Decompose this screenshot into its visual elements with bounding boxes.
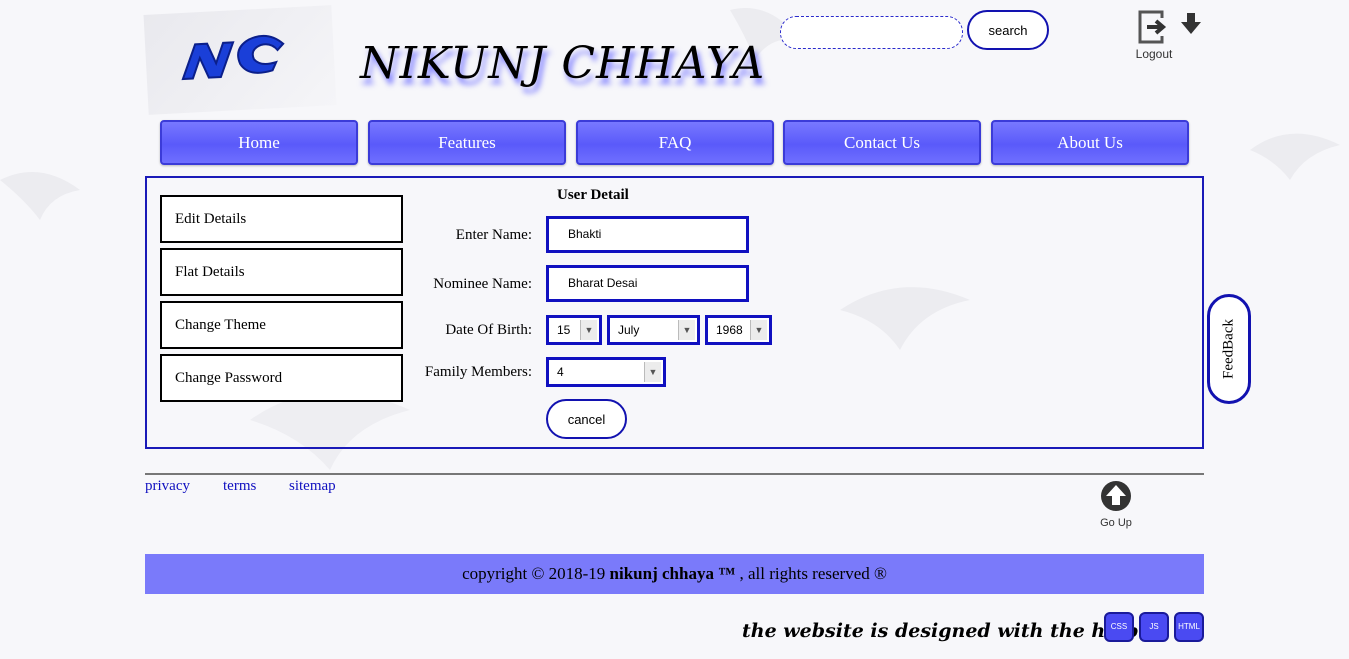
dob-month-select[interactable]: July ▼ (607, 315, 700, 345)
chevron-down-icon: ▼ (644, 362, 661, 382)
chevron-down-icon: ▼ (580, 320, 597, 340)
nav-faq[interactable]: FAQ (576, 120, 774, 165)
html-badge[interactable]: HTML (1174, 612, 1204, 642)
nc-logo-icon (181, 34, 285, 81)
logout-icon (1138, 10, 1167, 44)
user-detail-panel: Edit Details Flat Details Change Theme C… (145, 176, 1204, 449)
family-members-value: 4 (557, 365, 564, 379)
sidebar-item-change-password[interactable]: Change Password (160, 354, 403, 402)
feedback-label: FeedBack (1220, 319, 1237, 379)
download-icon[interactable] (1180, 12, 1202, 36)
js-badge[interactable]: JS (1139, 612, 1169, 642)
footer-link-sitemap[interactable]: sitemap (289, 478, 336, 495)
name-label: Enter Name: (455, 227, 532, 243)
nominee-label: Nominee Name: (433, 276, 532, 292)
footer-divider (145, 473, 1204, 475)
site-title: NIKUNJ CHHAYA (360, 38, 766, 89)
feedback-button[interactable]: FeedBack (1207, 294, 1251, 404)
nav-home[interactable]: Home (160, 120, 358, 165)
site-logo (143, 5, 337, 115)
copyright-bar: copyright © 2018-19 nikunj chhaya ™ , al… (145, 554, 1204, 594)
arrow-up-circle-icon (1101, 481, 1131, 511)
nav-features[interactable]: Features (368, 120, 566, 165)
form-heading: User Detail (557, 187, 629, 203)
credit-text: the website is designed with the help of (742, 620, 1166, 642)
css-badge[interactable]: CSS (1104, 612, 1134, 642)
nav-about-us[interactable]: About Us (991, 120, 1189, 165)
dob-day-select[interactable]: 15 ▼ (546, 315, 602, 345)
nav-contact-us[interactable]: Contact Us (783, 120, 981, 165)
copyright-brand: nikunj chhaya ™ (609, 564, 736, 583)
family-members-select[interactable]: 4 ▼ (546, 357, 666, 387)
copyright-prefix: copyright © 2018-19 (462, 564, 610, 583)
dob-year-value: 1968 (716, 323, 743, 337)
dob-day-value: 15 (557, 323, 571, 337)
name-field[interactable]: Bhakti (546, 216, 749, 253)
logout-button[interactable]: Logout (1130, 10, 1178, 61)
logout-label: Logout (1135, 47, 1173, 61)
go-up-button[interactable]: Go Up (1096, 480, 1136, 529)
copyright-suffix: , all rights reserved ® (735, 564, 887, 583)
footer-link-terms[interactable]: terms (223, 478, 256, 495)
dob-month-value: July (618, 323, 640, 337)
chevron-down-icon: ▼ (750, 320, 767, 340)
sidebar-item-edit-details[interactable]: Edit Details (160, 195, 403, 243)
main-nav: Home Features FAQ Contact Us About Us (160, 120, 1190, 165)
dob-year-select[interactable]: 1968 ▼ (705, 315, 772, 345)
search-input[interactable] (780, 16, 963, 49)
sidebar-item-flat-details[interactable]: Flat Details (160, 248, 403, 296)
nominee-field[interactable]: Bharat Desai (546, 265, 749, 302)
cancel-button[interactable]: cancel (546, 399, 627, 439)
chevron-down-icon: ▼ (678, 320, 695, 340)
family-members-label: Family Members: (424, 364, 532, 380)
sidebar-item-change-theme[interactable]: Change Theme (160, 301, 403, 349)
go-up-label: Go Up (1100, 517, 1132, 529)
dob-label: Date Of Birth: (445, 322, 532, 338)
search-button[interactable]: search (967, 10, 1049, 50)
footer-link-privacy[interactable]: privacy (145, 478, 190, 495)
